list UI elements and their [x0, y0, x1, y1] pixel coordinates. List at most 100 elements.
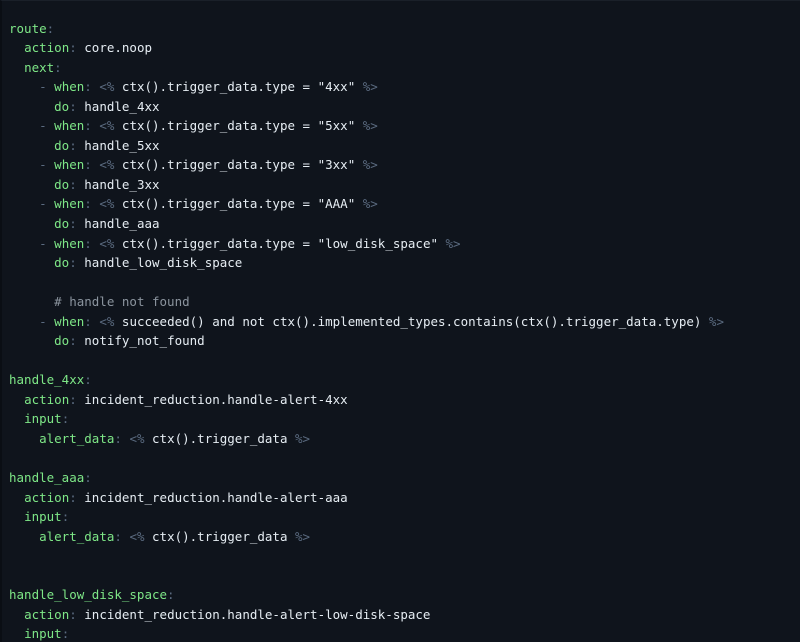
code-token-punct: :	[62, 411, 70, 426]
code-token-val: ctx().trigger_data.type = "3xx"	[122, 157, 355, 172]
code-token-punct: :	[69, 177, 84, 192]
code-token-punct: :	[69, 607, 84, 622]
code-token-key: input	[24, 411, 62, 426]
code-line	[9, 273, 800, 293]
code-token-val: incident_reduction.handle-alert-low-disk…	[84, 607, 430, 622]
yaml-code-block[interactable]: route: action: core.noop next: - when: <…	[2, 14, 800, 630]
code-line: - when: <% ctx().trigger_data.type = "AA…	[9, 194, 800, 214]
code-line: do: handle_4xx	[9, 97, 800, 117]
code-token-val: ctx().trigger_data	[152, 431, 287, 446]
code-line: route:	[9, 19, 800, 39]
code-token-key: do	[54, 216, 69, 231]
code-line: handle_aaa:	[9, 468, 800, 488]
code-token-tag: <%	[129, 529, 152, 544]
code-line: do: notify_not_found	[9, 331, 800, 351]
code-token-com: # handle not found	[54, 294, 189, 309]
code-line: - when: <% ctx().trigger_data.type = "5x…	[9, 116, 800, 136]
code-line	[9, 546, 800, 566]
code-line: handle_4xx:	[9, 370, 800, 390]
code-token-tag: <%	[99, 79, 122, 94]
code-token-punct: :	[114, 529, 129, 544]
code-token-key: when	[54, 118, 84, 133]
code-token-key: do	[54, 255, 69, 270]
code-token-key: when	[54, 236, 84, 251]
code-token-val: ctx().trigger_data.type = "low_disk_spac…	[122, 236, 438, 251]
code-token-val: ctx().trigger_data.type = "5xx"	[122, 118, 355, 133]
code-token-key: action	[24, 490, 69, 505]
code-line	[9, 351, 800, 371]
code-token-tag: %>	[355, 157, 378, 172]
code-token-key: input	[24, 509, 62, 524]
code-token-tag: %>	[287, 431, 310, 446]
code-token-punct: :	[69, 255, 84, 270]
code-token-val: notify_not_found	[84, 333, 204, 348]
code-token-tag: %>	[438, 236, 461, 251]
code-token-val: incident_reduction.handle-alert-aaa	[84, 490, 347, 505]
code-token-tag: %>	[701, 314, 724, 329]
code-token-key: route	[9, 21, 47, 36]
code-token-punct: :	[69, 99, 84, 114]
code-token-punct: :	[167, 587, 175, 602]
code-token-tag: <%	[129, 431, 152, 446]
code-token-key: action	[24, 40, 69, 55]
code-token-val: handle_3xx	[84, 177, 159, 192]
code-token-punct: :	[69, 490, 84, 505]
code-token-tag: %>	[355, 79, 378, 94]
code-token-dash: -	[39, 314, 54, 329]
code-token-tag: %>	[355, 118, 378, 133]
code-line: - when: <% ctx().trigger_data.type = "4x…	[9, 77, 800, 97]
code-line: input:	[9, 507, 800, 527]
code-token-tag: <%	[99, 118, 122, 133]
code-token-val: ctx().trigger_data.type = "4xx"	[122, 79, 355, 94]
code-line: - when: <% ctx().trigger_data.type = "lo…	[9, 234, 800, 254]
code-line: action: incident_reduction.handle-alert-…	[9, 605, 800, 625]
code-token-punct: :	[62, 626, 70, 641]
code-token-punct: :	[54, 60, 62, 75]
code-token-dash: -	[39, 157, 54, 172]
code-line: # handle not found	[9, 292, 800, 312]
code-line: alert_data: <% ctx().trigger_data %>	[9, 527, 800, 547]
code-token-punct: :	[62, 509, 70, 524]
code-line: handle_low_disk_space:	[9, 585, 800, 605]
code-token-key: handle_low_disk_space	[9, 587, 167, 602]
code-token-key: action	[24, 392, 69, 407]
code-token-tag: %>	[355, 196, 378, 211]
code-token-punct: :	[84, 157, 99, 172]
code-token-dash: -	[39, 196, 54, 211]
code-token-val: ctx().trigger_data	[152, 529, 287, 544]
code-line: do: handle_low_disk_space	[9, 253, 800, 273]
code-line: - when: <% succeeded() and not ctx().imp…	[9, 312, 800, 332]
code-token-punct: :	[114, 431, 129, 446]
code-token-tag: %>	[287, 529, 310, 544]
code-token-key: alert_data	[39, 529, 114, 544]
code-editor-screenshot: route: action: core.noop next: - when: <…	[0, 0, 800, 642]
code-line: do: handle_5xx	[9, 136, 800, 156]
code-line: next:	[9, 58, 800, 78]
code-token-punct: :	[84, 236, 99, 251]
code-token-val: succeeded() and not ctx().implemented_ty…	[122, 314, 701, 329]
code-token-key: do	[54, 138, 69, 153]
code-line: do: handle_3xx	[9, 175, 800, 195]
code-token-val: ctx().trigger_data.type = "AAA"	[122, 196, 355, 211]
code-token-key: action	[24, 607, 69, 622]
code-token-key: do	[54, 177, 69, 192]
code-token-tag: <%	[99, 157, 122, 172]
code-line: input:	[9, 409, 800, 429]
code-token-key: handle_aaa	[9, 470, 84, 485]
code-token-key: input	[24, 626, 62, 641]
code-token-key: when	[54, 314, 84, 329]
code-token-key: next	[24, 60, 54, 75]
code-token-key: do	[54, 333, 69, 348]
code-token-punct: :	[69, 392, 84, 407]
code-token-punct: :	[84, 118, 99, 133]
code-token-punct: :	[69, 333, 84, 348]
code-token-punct: :	[84, 372, 92, 387]
code-token-key: alert_data	[39, 431, 114, 446]
code-token-punct: :	[69, 138, 84, 153]
code-line	[9, 566, 800, 586]
code-line: action: incident_reduction.handle-alert-…	[9, 488, 800, 508]
code-token-dash: -	[39, 79, 54, 94]
code-line: alert_data: <% ctx().trigger_data %>	[9, 429, 800, 449]
code-line: action: incident_reduction.handle-alert-…	[9, 390, 800, 410]
code-token-tag: <%	[99, 196, 122, 211]
